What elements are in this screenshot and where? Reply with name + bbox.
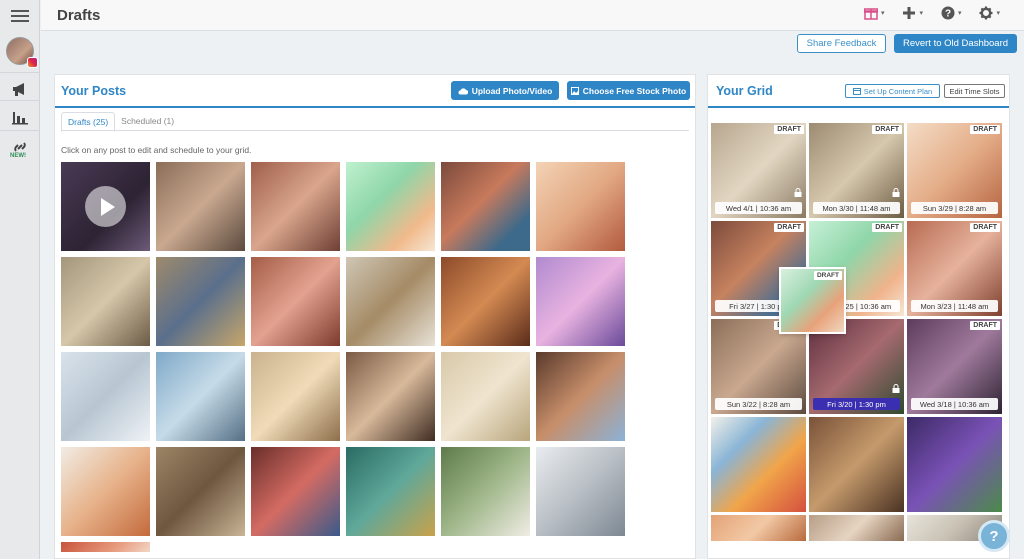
draft-badge: DRAFT (970, 125, 1000, 134)
draft-post-thumbnail[interactable] (61, 162, 150, 251)
draft-post-thumbnail[interactable] (156, 257, 245, 346)
slot-date-label: Wed 4/1 | 10:36 am (715, 202, 802, 214)
draft-post-thumbnail[interactable] (156, 162, 245, 251)
chevron-down-icon: ▾ (880, 10, 885, 17)
share-feedback-button[interactable]: Share Feedback (797, 34, 886, 53)
grid-tile[interactable]: DRAFTSun 3/22 | 8:28 am (711, 319, 806, 414)
slot-date-label: Sun 3/29 | 8:28 am (911, 202, 998, 214)
grid-tile[interactable] (711, 417, 806, 512)
account-avatar[interactable] (6, 37, 38, 68)
draft-post-thumbnail[interactable] (536, 162, 625, 251)
lock-icon (892, 384, 900, 395)
slot-date-label: Wed 3/18 | 10:36 am (911, 398, 998, 410)
slot-date-label: Sun 3/22 | 8:28 am (715, 398, 802, 410)
slot-date-label: Mon 3/30 | 11:48 am (813, 202, 900, 214)
scheduled-date-label: Fri 3/20 | 1:30 pm (813, 398, 900, 410)
grid-tile[interactable] (809, 515, 904, 541)
grid-tile[interactable]: DRAFT Mon 3/23 | 11:48 am (907, 221, 1002, 316)
top-toolbar: ▾ ▾ ? ▾ ▾ (863, 6, 1000, 20)
analytics-icon[interactable] (0, 100, 40, 132)
grid-title: Your Grid (716, 84, 773, 98)
draft-post-thumbnail[interactable] (536, 352, 625, 441)
draft-post-thumbnail[interactable] (251, 447, 340, 536)
plus-icon[interactable]: ▾ (902, 6, 923, 20)
upload-button[interactable]: Upload Photo/Video (451, 81, 559, 100)
draft-post-thumbnail[interactable] (156, 352, 245, 441)
image-icon (570, 86, 579, 95)
draft-post-thumbnail[interactable] (441, 257, 530, 346)
draft-badge: DRAFT (970, 321, 1000, 330)
grid-tile[interactable]: DRAFT Mon 3/30 | 11:48 am (809, 123, 904, 218)
posts-divider (55, 106, 695, 108)
stock-photo-button[interactable]: Choose Free Stock Photo (567, 81, 690, 100)
posts-tabs: Drafts (25) Scheduled (1) (61, 112, 180, 132)
posts-hint: Click on any post to edit and schedule t… (61, 145, 252, 155)
left-sidebar: NEW! (0, 0, 40, 559)
help-chat-button[interactable]: ? (978, 520, 1010, 552)
chevron-down-icon: ▾ (996, 10, 1000, 17)
draft-post-thumbnail[interactable] (441, 352, 530, 441)
svg-text:?: ? (945, 9, 951, 20)
your-posts-panel: Your Posts Upload Photo/Video Choose Fre… (54, 74, 696, 559)
grid-tile[interactable] (907, 417, 1002, 512)
grid-tile[interactable]: DRAFT Sun 3/29 | 8:28 am (907, 123, 1002, 218)
menu-icon[interactable] (0, 0, 40, 32)
help-circle-icon[interactable]: ? ▾ (941, 6, 962, 20)
setup-content-plan-label: Set Up Content Plan (863, 86, 933, 96)
draft-post-thumbnail[interactable] (61, 542, 150, 552)
your-grid-panel: Your Grid Set Up Content Plan Edit Time … (707, 74, 1010, 559)
draft-post-thumbnail[interactable] (536, 257, 625, 346)
draft-post-thumbnail[interactable] (346, 352, 435, 441)
play-icon (85, 186, 126, 227)
tab-scheduled[interactable]: Scheduled (1) (115, 112, 180, 132)
draft-post-thumbnail[interactable] (346, 257, 435, 346)
draft-post-thumbnail[interactable] (61, 257, 150, 346)
instagram-icon (27, 57, 38, 68)
setup-content-plan-button[interactable]: Set Up Content Plan (845, 84, 940, 98)
draft-post-thumbnail[interactable] (251, 352, 340, 441)
draft-badge: DRAFT (813, 271, 842, 280)
tabs-divider (61, 130, 689, 131)
tab-drafts[interactable]: Drafts (25) (61, 112, 116, 132)
calendar-icon (852, 88, 861, 95)
upload-button-label: Upload Photo/Video (471, 85, 553, 96)
draft-post-thumbnail[interactable] (536, 447, 625, 536)
cloud-upload-icon (458, 87, 468, 94)
draft-post-thumbnail[interactable] (61, 447, 150, 536)
draft-post-thumbnail[interactable] (61, 352, 150, 441)
grid-divider (708, 106, 1009, 108)
draft-badge: DRAFT (872, 223, 902, 232)
gift-icon[interactable]: ▾ (863, 6, 885, 20)
draft-badge: DRAFT (774, 125, 804, 134)
draft-post-thumbnail[interactable] (346, 447, 435, 536)
edit-time-slots-button[interactable]: Edit Time Slots (944, 84, 1005, 98)
draft-post-thumbnail[interactable] (346, 162, 435, 251)
lock-icon (794, 188, 802, 199)
draft-post-thumbnail[interactable] (441, 447, 530, 536)
revert-dashboard-button[interactable]: Revert to Old Dashboard (894, 34, 1017, 53)
dragging-tile[interactable]: DRAFT (781, 269, 844, 332)
draft-badge: DRAFT (872, 125, 902, 134)
grid-tile[interactable] (711, 515, 806, 541)
top-bar: Drafts ▾ ▾ ? ▾ ▾ (41, 0, 1024, 31)
page-title: Drafts (57, 7, 101, 24)
draft-post-thumbnail[interactable] (156, 447, 245, 536)
posts-title: Your Posts (61, 84, 127, 98)
grid-tile[interactable] (809, 417, 904, 512)
gear-icon[interactable]: ▾ (979, 6, 1000, 20)
stock-photo-label: Choose Free Stock Photo (582, 85, 687, 96)
grid-tile[interactable]: DRAFT Wed 3/18 | 10:36 am (907, 319, 1002, 414)
draft-post-thumbnail[interactable] (251, 162, 340, 251)
draft-post-thumbnail[interactable] (251, 257, 340, 346)
chevron-down-icon: ▾ (957, 10, 962, 17)
draft-badge: DRAFT (970, 223, 1000, 232)
grid-tile[interactable]: DRAFT Wed 4/1 | 10:36 am (711, 123, 806, 218)
draft-post-thumbnail[interactable] (441, 162, 530, 251)
grid-tile[interactable]: Fri 3/20 | 1:30 pm (809, 319, 904, 414)
draft-badge: DRAFT (774, 223, 804, 232)
slot-date-label: Mon 3/23 | 11:48 am (911, 300, 998, 312)
new-badge: NEW! (10, 153, 26, 159)
chevron-down-icon: ▾ (919, 10, 923, 17)
lock-icon (892, 188, 900, 199)
